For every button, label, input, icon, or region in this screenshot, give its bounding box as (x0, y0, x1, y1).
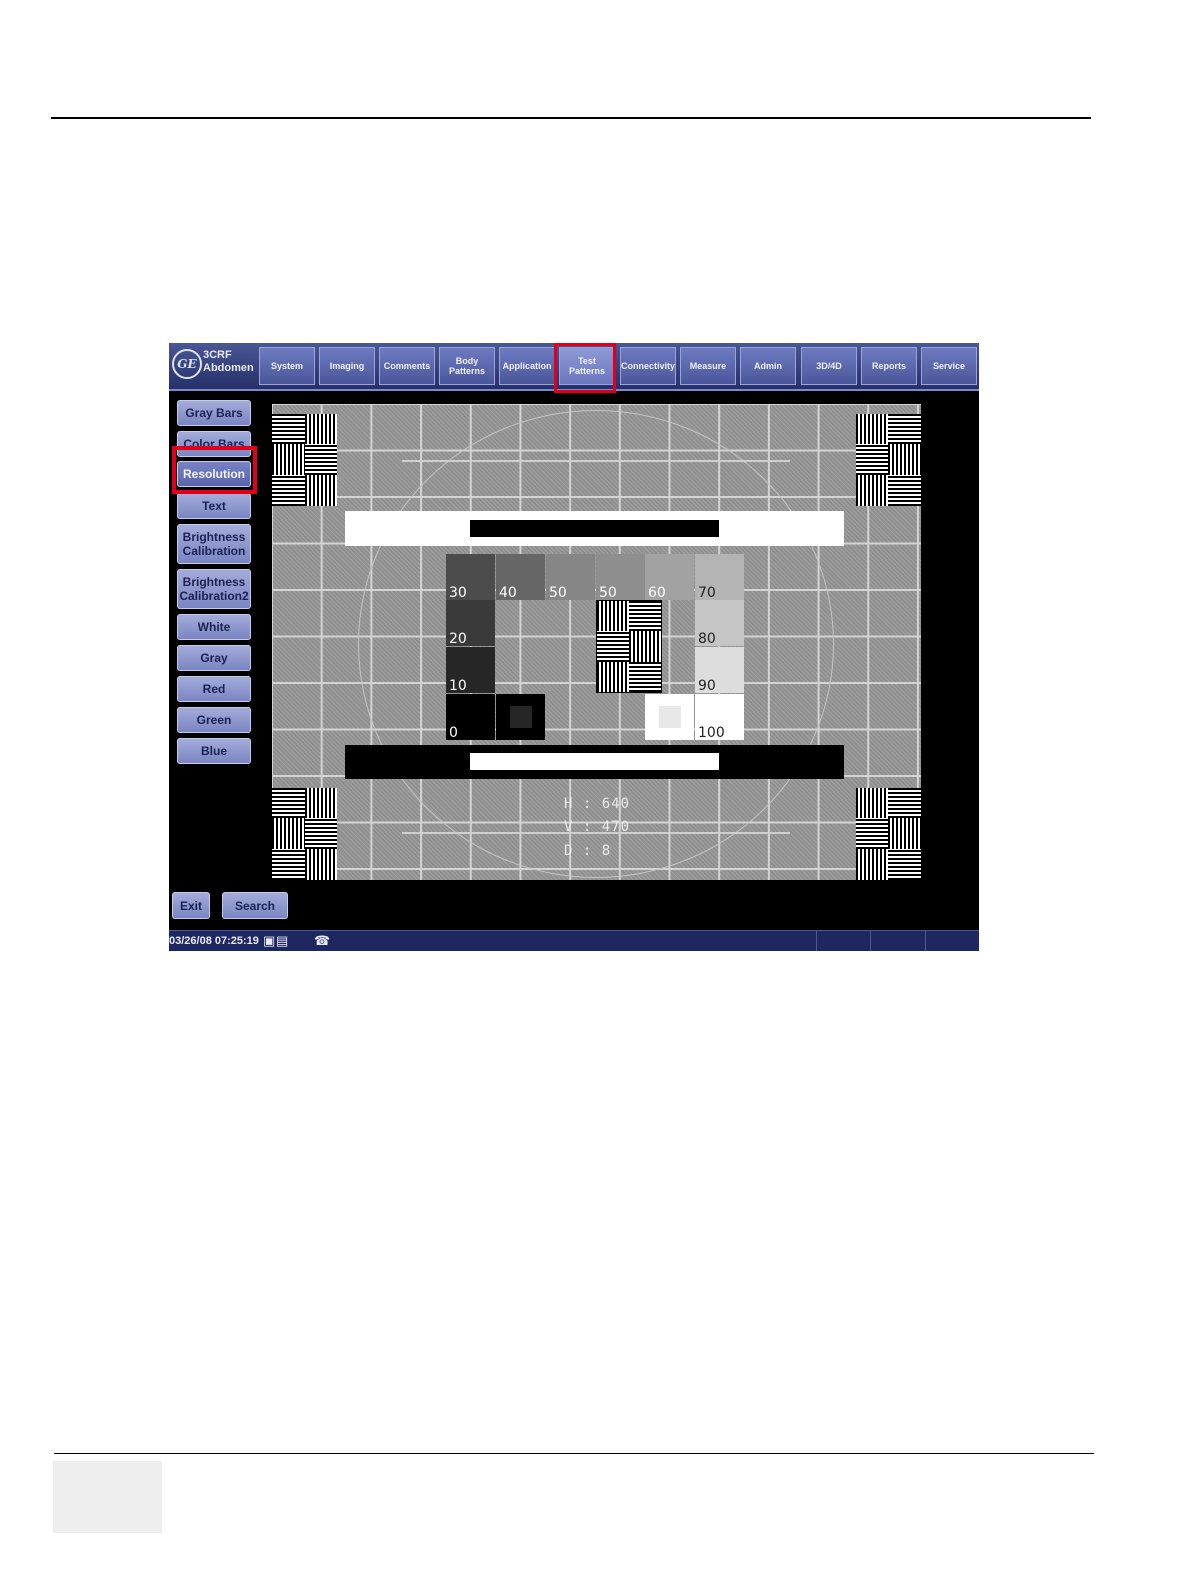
tab-connectivity[interactable]: Connectivity (620, 347, 676, 385)
header-rule (51, 117, 1091, 119)
lock-icon: ▣ (263, 933, 276, 948)
tab-3d4d[interactable]: 3D/4D (801, 347, 857, 385)
black-patch (496, 694, 545, 740)
black-bar-inner (470, 753, 719, 770)
gray-step-70: 70 (695, 554, 744, 601)
exit-button[interactable]: Exit (172, 892, 210, 919)
status-divider (925, 931, 926, 951)
sidebar-item-gray[interactable]: Gray (177, 645, 251, 671)
white-bar-inner (470, 520, 719, 537)
gray-step-0: 0 (446, 694, 495, 741)
footer-rule (54, 1453, 1094, 1454)
tab-measure[interactable]: Measure (680, 347, 736, 385)
ultrasound-screen: GE 3CRF Abdomen System Imaging Comments … (169, 343, 979, 951)
resolution-test-pattern: 30 40 50 50 60 70 20 80 10 90 0 100 H: … (272, 404, 921, 880)
tab-service[interactable]: Service (921, 347, 977, 385)
sidebar-item-text[interactable]: Text (177, 493, 251, 519)
gray-step-60: 60 (645, 554, 694, 601)
preset-name: Abdomen (203, 362, 254, 374)
search-button[interactable]: Search (222, 892, 288, 919)
gray-step-20: 20 (446, 600, 495, 647)
info-v: V : 470 (564, 819, 631, 835)
sidebar-item-gray-bars[interactable]: Gray Bars (177, 400, 251, 426)
center-resolution-block (596, 600, 662, 693)
tab-system[interactable]: System (259, 347, 315, 385)
status-datetime: 03/26/08 07:25:19 (169, 935, 259, 947)
white-bar (345, 511, 844, 546)
tab-admin[interactable]: Admin (740, 347, 796, 385)
status-divider (870, 931, 871, 951)
tab-body-patterns[interactable]: Body Patterns (439, 347, 495, 385)
logo-area: GE 3CRF Abdomen (169, 343, 259, 389)
corner-block-top-left (272, 414, 337, 506)
sidebar-item-green[interactable]: Green (177, 707, 251, 733)
sidebar-item-blue[interactable]: Blue (177, 738, 251, 764)
network-icon: ▤ (276, 933, 289, 948)
info-d: D : 8 (564, 843, 612, 859)
gray-step-90: 90 (695, 647, 744, 694)
sidebar-item-brightness-calibration[interactable]: Brightness Calibration (177, 524, 251, 564)
tab-application[interactable]: Application (499, 347, 555, 385)
gray-step-30: 30 (446, 554, 495, 601)
highlight-test-patterns (554, 343, 616, 393)
tab-comments[interactable]: Comments (379, 347, 435, 385)
ge-logo-icon: GE (172, 349, 202, 379)
black-bar (345, 745, 844, 779)
pattern-line-top (402, 460, 790, 462)
gray-step-50-a: 50 (546, 554, 595, 601)
sidebar-item-red[interactable]: Red (177, 676, 251, 702)
gray-step-100: 100 (695, 694, 744, 741)
highlight-resolution (172, 446, 257, 494)
status-divider (816, 931, 817, 951)
footer-box (53, 1461, 162, 1533)
probe-name: 3CRF (203, 349, 232, 361)
info-h: H : 640 (564, 796, 631, 812)
phone-icon: ☎ (314, 933, 331, 948)
gray-step-50-b: 50 (596, 554, 645, 601)
white-patch (645, 694, 694, 740)
tab-imaging[interactable]: Imaging (319, 347, 375, 385)
tab-reports[interactable]: Reports (861, 347, 917, 385)
sidebar-item-white[interactable]: White (177, 614, 251, 640)
corner-block-bottom-left (272, 788, 337, 880)
probe-info: 3CRF Abdomen (203, 349, 254, 375)
corner-block-top-right (856, 414, 921, 506)
status-bar: 03/26/08 07:25:19 ▣ ▤ ☎ (169, 930, 979, 951)
gray-step-10: 10 (446, 647, 495, 694)
sidebar-item-brightness-calibration2[interactable]: Brightness Calibration2 (177, 569, 251, 609)
gray-step-80: 80 (695, 600, 744, 647)
gray-step-40: 40 (496, 554, 545, 601)
corner-block-bottom-right (856, 788, 921, 880)
